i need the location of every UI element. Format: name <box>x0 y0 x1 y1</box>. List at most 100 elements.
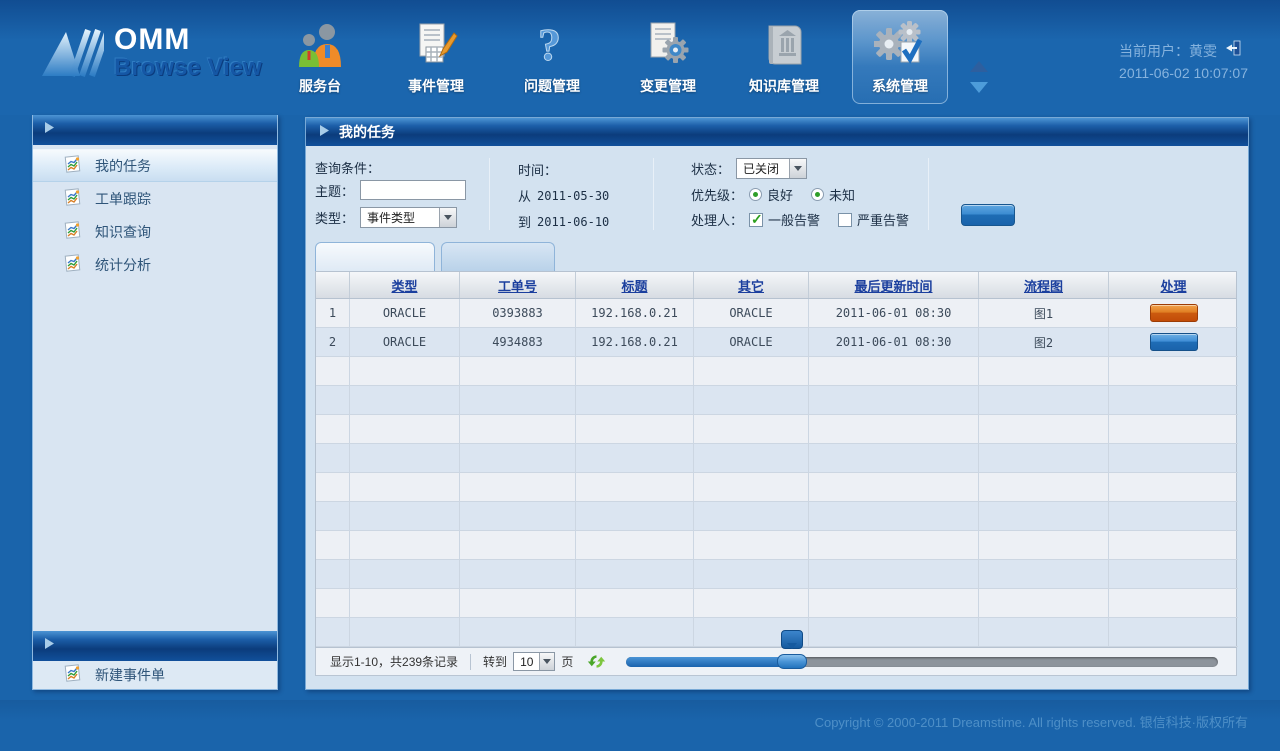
table-cell <box>1108 589 1238 618</box>
page-select[interactable]: 10 <box>513 652 555 671</box>
table-row-empty <box>316 531 1236 560</box>
column-header-6[interactable]: 流程图 <box>978 272 1108 298</box>
knowledge-icon <box>759 18 809 72</box>
option-label: 良好 <box>767 185 793 204</box>
search-button[interactable] <box>961 204 1015 226</box>
table-cell: 2 <box>316 328 349 357</box>
table-cell <box>575 589 693 618</box>
type-select[interactable]: 事件类型 <box>360 207 457 228</box>
handler-option[interactable]: 一般告警 <box>749 210 820 229</box>
table-cell <box>575 415 693 444</box>
table-cell <box>693 386 808 415</box>
from-date[interactable]: 2011-05-30 <box>537 189 609 203</box>
column-header-4[interactable]: 其它 <box>693 272 808 298</box>
priority-option[interactable]: 良好 <box>749 185 793 204</box>
nav-item-incident[interactable]: 事件管理 <box>388 10 484 104</box>
row-action-button[interactable] <box>1150 304 1198 322</box>
table-row[interactable]: 1ORACLE0393883192.168.0.21ORACLE2011-06-… <box>316 299 1236 328</box>
table-row-empty <box>316 357 1236 386</box>
table-cell <box>459 618 575 647</box>
panel-title-bar: 我的任务 <box>306 118 1248 146</box>
table-cell-action <box>1108 328 1238 357</box>
report-icon <box>63 188 83 210</box>
column-header-3[interactable]: 标题 <box>575 272 693 298</box>
to-label: 到 <box>518 212 531 231</box>
table-cell: 192.168.0.21 <box>575 328 693 357</box>
nav-item-knowledge[interactable]: 知识库管理 <box>736 10 832 104</box>
table-body: 1ORACLE0393883192.168.0.21ORACLE2011-06-… <box>316 299 1236 647</box>
page-footer: Copyright © 2000-2011 Dreamstime. All ri… <box>0 700 1280 751</box>
subject-input[interactable] <box>360 180 466 200</box>
sidebar-item-label: 统计分析 <box>95 255 151 275</box>
nav-item-change[interactable]: 变更管理 <box>620 10 716 104</box>
checkbox-icon[interactable] <box>838 213 852 227</box>
table-cell <box>978 386 1108 415</box>
table-cell <box>316 502 349 531</box>
checkbox-icon[interactable] <box>749 213 763 227</box>
nav-item-system[interactable]: 系统管理 <box>852 10 948 104</box>
arrow-right-icon <box>43 121 56 139</box>
page-slider[interactable] <box>626 657 1218 667</box>
table-cell <box>459 531 575 560</box>
table-cell <box>693 444 808 473</box>
table-cell <box>316 531 349 560</box>
table-row-empty <box>316 473 1236 502</box>
sidebar-item-2[interactable]: 工单跟踪 <box>33 182 277 215</box>
divider <box>653 158 654 230</box>
table-cell <box>316 473 349 502</box>
refresh-icon[interactable] <box>587 653 606 670</box>
table-cell <box>459 415 575 444</box>
priority-option[interactable]: 未知 <box>811 185 855 204</box>
sidebar-item-label: 知识查询 <box>95 222 151 242</box>
sidebar-item-3[interactable]: 知识查询 <box>33 215 277 248</box>
table-cell <box>808 560 978 589</box>
chevron-down-icon[interactable] <box>439 208 456 227</box>
table-row-empty <box>316 386 1236 415</box>
column-header-1[interactable]: 类型 <box>349 272 459 298</box>
logout-icon[interactable] <box>1225 40 1242 62</box>
current-user-name: 黄雯 <box>1189 40 1217 62</box>
table-cell <box>316 386 349 415</box>
tab-list-1[interactable] <box>315 242 435 271</box>
to-date[interactable]: 2011-06-10 <box>537 215 609 229</box>
column-header-7[interactable]: 处理 <box>1108 272 1238 298</box>
sidebar-item-label: 工单跟踪 <box>95 189 151 209</box>
table-cell: ORACLE <box>349 299 459 328</box>
slider-handle[interactable] <box>777 654 807 669</box>
slider-tooltip-pin <box>781 630 803 649</box>
tab-list-2[interactable] <box>441 242 555 271</box>
nav-item-problem[interactable]: ?问题管理 <box>504 10 600 104</box>
table-cell: 图1 <box>978 299 1108 328</box>
chevron-down-icon[interactable] <box>539 653 554 670</box>
sidebar-item-new-incident[interactable]: 新建事件单 <box>33 661 277 689</box>
radio-icon[interactable] <box>749 188 762 201</box>
sidebar-item-1[interactable]: 我的任务 <box>33 149 277 182</box>
arrow-right-icon <box>318 124 331 140</box>
table-cell: 图2 <box>978 328 1108 357</box>
table-cell <box>459 502 575 531</box>
row-action-button[interactable] <box>1150 333 1198 351</box>
page-unit-label: 页 <box>561 653 573 670</box>
status-select[interactable]: 已关闭 <box>736 158 807 179</box>
handler-option[interactable]: 严重告警 <box>838 210 909 229</box>
column-header-2[interactable]: 工单号 <box>459 272 575 298</box>
table-row-empty <box>316 618 1236 647</box>
radio-icon[interactable] <box>811 188 824 201</box>
table-cell <box>459 473 575 502</box>
table-row[interactable]: 2ORACLE4934883192.168.0.21ORACLE2011-06-… <box>316 328 1236 357</box>
scroll-down-icon[interactable] <box>970 82 988 102</box>
table-cell <box>808 473 978 502</box>
chevron-down-icon[interactable] <box>789 159 806 178</box>
table-cell <box>808 357 978 386</box>
table-cell <box>349 473 459 502</box>
nav-item-service-desk[interactable]: 服务台 <box>272 10 368 104</box>
table-cell <box>459 444 575 473</box>
table-cell <box>978 357 1108 386</box>
system-icon <box>874 18 926 72</box>
scroll-up-icon[interactable] <box>970 52 988 72</box>
column-header-5[interactable]: 最后更新时间 <box>808 272 978 298</box>
sidebar-item-4[interactable]: 统计分析 <box>33 248 277 281</box>
table-row-empty <box>316 589 1236 618</box>
table-cell <box>349 502 459 531</box>
sidebar: 我的任务工单跟踪知识查询统计分析 新建事件单 <box>32 115 278 690</box>
